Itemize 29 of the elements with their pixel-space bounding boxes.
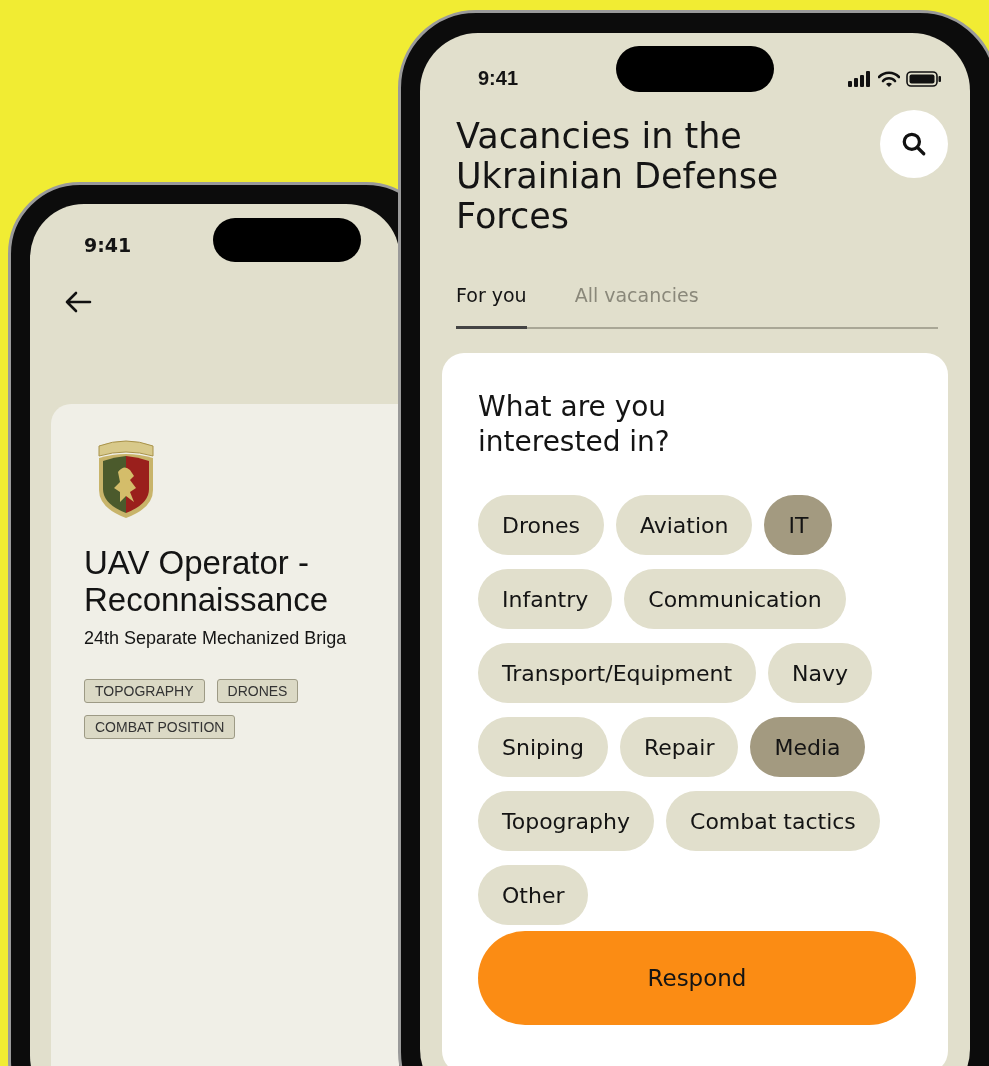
card-heading: What are you interested in? — [478, 389, 671, 459]
interest-chip[interactable]: Other — [478, 865, 589, 925]
search-icon — [901, 131, 927, 157]
interest-chip[interactable]: Navy — [768, 643, 873, 703]
skill-tag: TOPOGRAPHY — [84, 679, 205, 703]
skill-tag: DRONES — [216, 679, 299, 703]
back-arrow-icon[interactable] — [64, 290, 92, 314]
interest-chip[interactable]: Repair — [620, 717, 739, 777]
interest-chip[interactable]: Media — [750, 717, 865, 777]
respond-button[interactable]: Respond — [478, 931, 916, 1025]
interest-chip[interactable]: Topography — [478, 791, 654, 851]
signal-icon — [848, 70, 872, 87]
wifi-icon — [878, 70, 900, 87]
battery-icon — [906, 70, 942, 87]
unit-name: 24th Separate Mechanized Briga — [84, 628, 348, 649]
interest-chip[interactable]: Infantry — [478, 569, 613, 629]
job-title: UAV Operator - Reconnaissance — [84, 544, 329, 618]
status-time: 9:41 — [478, 67, 520, 90]
status-time: 9:41 — [84, 234, 132, 256]
interest-chip[interactable]: Aviation — [615, 495, 753, 555]
interest-chip[interactable]: Communication — [624, 569, 846, 629]
interest-chip[interactable]: Drones — [478, 495, 604, 555]
page-title: Vacancies in the Ukrainian Defense Forces — [456, 116, 780, 236]
interest-chip[interactable]: Sniping — [478, 717, 608, 777]
tab[interactable]: For you — [456, 284, 527, 329]
interest-chip[interactable]: Transport/Equipment — [478, 643, 757, 703]
interest-chip[interactable]: IT — [764, 495, 833, 555]
interest-chip[interactable]: Combat tactics — [666, 791, 880, 851]
skill-tag: COMBAT POSITION — [84, 715, 236, 739]
